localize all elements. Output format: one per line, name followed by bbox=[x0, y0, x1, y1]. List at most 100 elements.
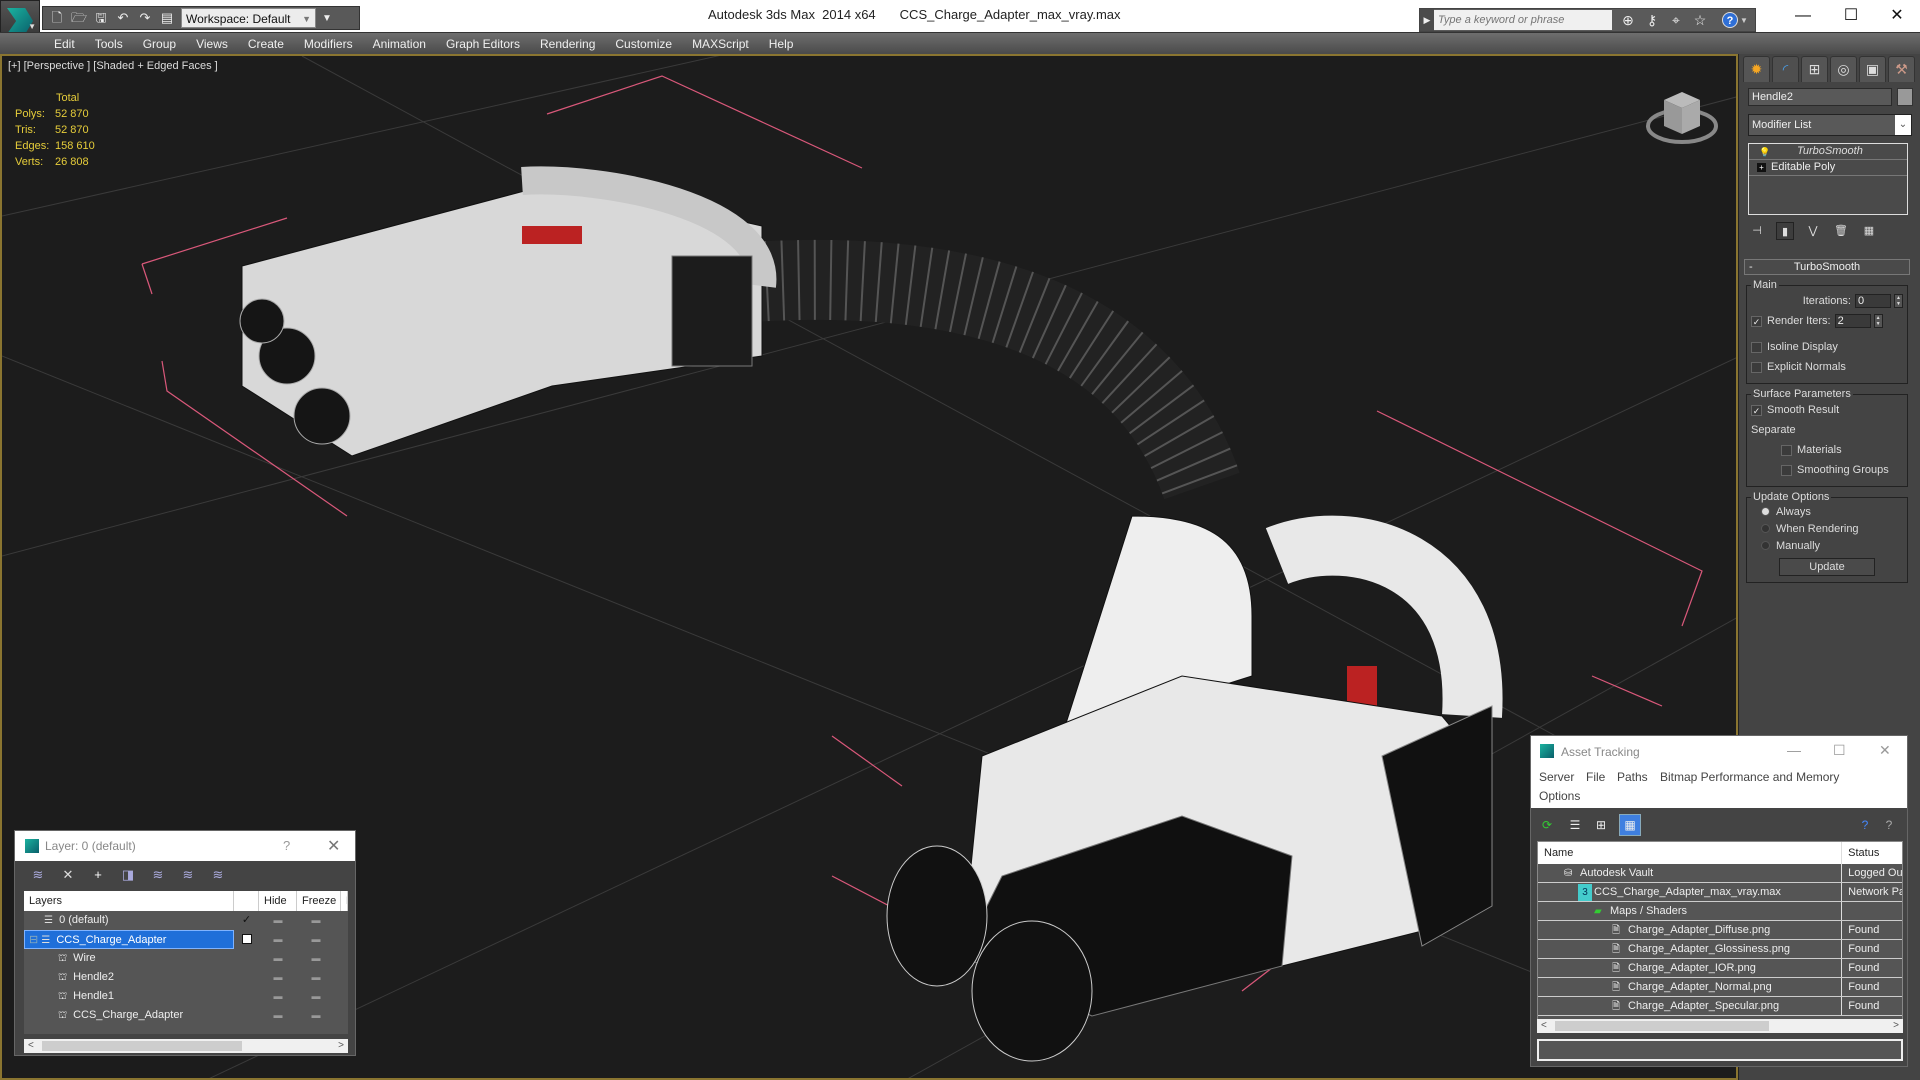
workspace-select[interactable]: Workspace: Default ▼ bbox=[181, 8, 316, 28]
scroll-left-icon[interactable]: < bbox=[28, 1039, 34, 1053]
scrollbar-thumb[interactable] bbox=[1555, 1021, 1769, 1031]
help-button[interactable]: ? ▼ bbox=[1722, 12, 1748, 28]
menu-animation[interactable]: Animation bbox=[363, 33, 436, 55]
close-button[interactable]: ✕ bbox=[1879, 742, 1891, 759]
menu-rendering[interactable]: Rendering bbox=[530, 33, 605, 55]
always-radio[interactable] bbox=[1761, 507, 1770, 516]
create-tab[interactable]: ✹ bbox=[1743, 56, 1770, 82]
motion-tab[interactable]: ◎ bbox=[1830, 56, 1857, 82]
current-layer-check[interactable]: ✓ bbox=[234, 911, 259, 930]
freeze-toggle[interactable]: ▬ bbox=[297, 911, 335, 930]
hide-toggle[interactable]: ▬ bbox=[259, 949, 297, 968]
isoline-checkbox[interactable] bbox=[1751, 341, 1762, 353]
close-button[interactable]: ✕ bbox=[1874, 4, 1920, 28]
create-layer-icon[interactable]: ≋ bbox=[29, 867, 47, 883]
key-icon[interactable]: ⚷ bbox=[1644, 12, 1660, 29]
iterations-input[interactable]: 0 bbox=[1855, 294, 1891, 308]
horizontal-scrollbar[interactable]: < > bbox=[1537, 1019, 1903, 1033]
menu-file[interactable]: File bbox=[1586, 770, 1605, 784]
project-folder-icon[interactable]: ▤ bbox=[159, 10, 175, 26]
freeze-toggle[interactable]: ▬ bbox=[297, 987, 335, 1006]
materials-checkbox[interactable] bbox=[1781, 444, 1792, 456]
menu-modifiers[interactable]: Modifiers bbox=[294, 33, 363, 55]
show-end-result-icon[interactable]: ▮ bbox=[1776, 222, 1794, 240]
viewcube[interactable] bbox=[1642, 78, 1722, 148]
object-row[interactable]: ⛫ Wire ▬ ▬ bbox=[24, 949, 348, 968]
asset-row[interactable]: 🗎 Charge_Adapter_Specular.png Found bbox=[1538, 997, 1902, 1016]
tree-view-icon[interactable]: ⊞ bbox=[1593, 817, 1609, 833]
scroll-left-icon[interactable]: < bbox=[1541, 1019, 1547, 1033]
menu-paths[interactable]: Paths bbox=[1617, 770, 1648, 784]
hide-toggle[interactable]: ▬ bbox=[259, 987, 297, 1006]
column-current[interactable] bbox=[234, 891, 259, 911]
asset-row[interactable]: ⛁ Autodesk Vault Logged Out bbox=[1538, 864, 1902, 883]
list-view-icon[interactable]: ☰ bbox=[1567, 817, 1583, 833]
column-freeze[interactable]: Freeze bbox=[297, 891, 341, 911]
update-button[interactable]: Update bbox=[1779, 558, 1875, 576]
object-row[interactable]: ⛫ CCS_Charge_Adapter ▬ ▬ bbox=[24, 1006, 348, 1025]
rollout-header[interactable]: - TurboSmooth bbox=[1744, 259, 1910, 275]
make-unique-icon[interactable]: ⋁ bbox=[1804, 222, 1822, 240]
column-name[interactable]: Name bbox=[1538, 842, 1843, 864]
scroll-right-icon[interactable]: > bbox=[1893, 1019, 1899, 1033]
asset-row[interactable]: ▰ Maps / Shaders bbox=[1538, 902, 1902, 921]
highlight-layer-icon[interactable]: ≋ bbox=[179, 867, 197, 883]
scroll-right-icon[interactable]: > bbox=[338, 1039, 344, 1053]
scrollbar-thumb[interactable] bbox=[42, 1041, 242, 1051]
object-color-swatch[interactable] bbox=[1897, 88, 1913, 106]
horizontal-scrollbar[interactable]: < > bbox=[24, 1039, 348, 1053]
maximize-button[interactable]: ☐ bbox=[1828, 4, 1874, 28]
close-button[interactable]: ✕ bbox=[327, 836, 340, 856]
column-status[interactable]: Status bbox=[1842, 842, 1902, 864]
menu-tools[interactable]: Tools bbox=[85, 33, 133, 55]
customize-toolbar-icon[interactable]: ▼ bbox=[322, 13, 332, 24]
layer-row[interactable]: ⊟ ☰ CCS_Charge_Adapter ▬ ▬ bbox=[24, 930, 348, 949]
freeze-toggle[interactable]: ▬ bbox=[297, 949, 335, 968]
collapse-icon[interactable]: ⊟ bbox=[29, 934, 38, 946]
satellite-icon[interactable]: ⌖ bbox=[1668, 12, 1684, 29]
menu-options[interactable]: Options bbox=[1539, 789, 1580, 803]
minimize-button[interactable]: — bbox=[1780, 4, 1826, 28]
configure-sets-icon[interactable]: ▦ bbox=[1860, 222, 1878, 240]
hide-toggle[interactable]: ▬ bbox=[259, 968, 297, 987]
column-render[interactable]: R bbox=[341, 891, 348, 911]
freeze-toggle[interactable]: ▬ bbox=[297, 968, 335, 987]
manually-radio[interactable] bbox=[1761, 541, 1770, 550]
undo-icon[interactable]: ↶ bbox=[115, 10, 131, 26]
column-hide[interactable]: Hide bbox=[259, 891, 297, 911]
smoothing-groups-checkbox[interactable] bbox=[1781, 464, 1792, 476]
freeze-toggle[interactable]: ▬ bbox=[297, 930, 335, 949]
display-tab[interactable]: ▣ bbox=[1859, 56, 1886, 82]
menu-bitmap-performance[interactable]: Bitmap Performance and Memory bbox=[1660, 770, 1839, 784]
asset-row[interactable]: 🗎 Charge_Adapter_IOR.png Found bbox=[1538, 959, 1902, 978]
hide-toggle[interactable]: ▬ bbox=[259, 911, 297, 930]
render-iters-checkbox[interactable]: ✓ bbox=[1751, 315, 1762, 327]
object-name-field[interactable] bbox=[1748, 88, 1892, 106]
object-row[interactable]: ⛫ Hendle2 ▬ ▬ bbox=[24, 968, 348, 987]
open-file-icon[interactable]: 🗁 bbox=[71, 10, 87, 26]
freeze-layers-icon[interactable]: ≋ bbox=[209, 867, 227, 883]
menu-create[interactable]: Create bbox=[238, 33, 294, 55]
modifier-list-dropdown[interactable]: Modifier List ⌄ bbox=[1748, 114, 1912, 136]
freeze-toggle[interactable]: ▬ bbox=[297, 1006, 335, 1025]
add-to-layer-icon[interactable]: + bbox=[89, 867, 107, 883]
menu-graph-editors[interactable]: Graph Editors bbox=[436, 33, 530, 55]
viewport-label[interactable]: [+] [Perspective ] [Shaded + Edged Faces… bbox=[8, 60, 218, 72]
hide-toggle[interactable]: ▬ bbox=[259, 930, 297, 949]
utilities-tab[interactable]: ⚒ bbox=[1888, 56, 1915, 82]
menu-group[interactable]: Group bbox=[133, 33, 186, 55]
hide-toggle[interactable]: ▬ bbox=[259, 1006, 297, 1025]
asset-row[interactable]: 🗎 Charge_Adapter_Glossiness.png Found bbox=[1538, 940, 1902, 959]
help-button[interactable]: ? bbox=[283, 838, 290, 853]
explicit-normals-checkbox[interactable] bbox=[1751, 361, 1762, 373]
column-layers[interactable]: Layers bbox=[24, 891, 234, 911]
menu-maxscript[interactable]: MAXScript bbox=[682, 33, 759, 55]
menu-help[interactable]: Help bbox=[759, 33, 804, 55]
menu-customize[interactable]: Customize bbox=[605, 33, 682, 55]
iterations-spinner[interactable]: ▲ ▼ bbox=[1894, 294, 1903, 308]
maximize-button[interactable]: ☐ bbox=[1833, 742, 1846, 759]
expand-icon[interactable]: ▶ bbox=[1420, 9, 1434, 31]
layer-dialog-titlebar[interactable]: Layer: 0 (default) ? ✕ bbox=[15, 831, 355, 861]
menu-views[interactable]: Views bbox=[186, 33, 238, 55]
expand-icon[interactable]: + bbox=[1757, 163, 1766, 172]
